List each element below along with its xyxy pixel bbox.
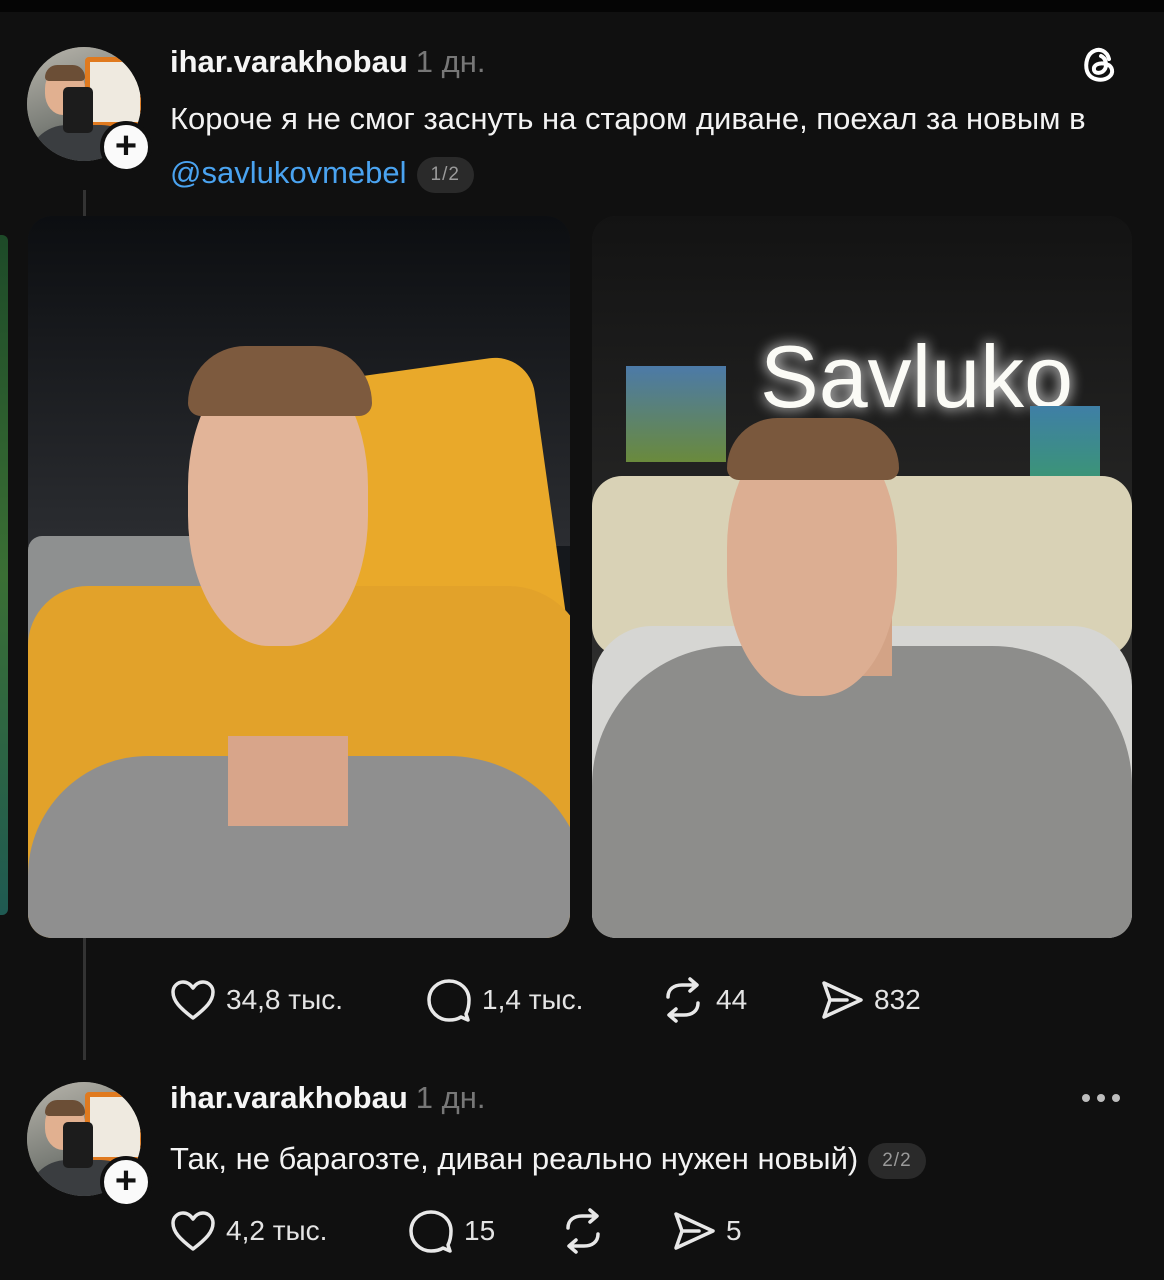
reply-count: 1,4 тыс. xyxy=(482,984,584,1015)
like-count: 4,2 тыс. xyxy=(226,1215,328,1246)
repost-button[interactable]: 44 xyxy=(660,975,747,1025)
share-count: 832 xyxy=(874,984,921,1015)
share-button[interactable]: 832 xyxy=(820,975,921,1025)
mention-link[interactable]: @savlukovmebel xyxy=(170,155,407,190)
reply-button[interactable]: 15 xyxy=(408,1206,495,1256)
post-time: 1 дн. xyxy=(415,1080,486,1115)
store-sign: Savluko xyxy=(760,327,1074,426)
heart-icon xyxy=(171,980,215,1020)
heart-icon xyxy=(171,1211,215,1251)
threads-icon[interactable] xyxy=(1078,42,1122,86)
follow-plus-icon[interactable]: + xyxy=(100,1156,152,1208)
send-icon xyxy=(822,981,863,1019)
reply-button[interactable]: 1,4 тыс. xyxy=(426,975,583,1025)
like-button[interactable]: 34,8 тыс. xyxy=(170,975,343,1025)
post-username[interactable]: ihar.varakhobau 1 дн. xyxy=(170,1080,485,1116)
repost-icon xyxy=(566,1208,600,1254)
post-text: Так, не барагозте, диван реально нужен н… xyxy=(170,1132,1130,1186)
send-icon xyxy=(674,1212,715,1250)
comment-icon xyxy=(409,1210,453,1253)
more-icon[interactable] xyxy=(1080,1090,1122,1106)
repost-icon xyxy=(666,977,700,1023)
share-count: 5 xyxy=(726,1215,742,1246)
thread-counter: 1/2 xyxy=(416,156,474,193)
follow-plus-icon[interactable]: + xyxy=(100,121,152,173)
post-username[interactable]: ihar.varakhobau 1 дн. xyxy=(170,44,485,80)
comment-icon xyxy=(427,979,471,1022)
post-photo-2[interactable]: Savluko xyxy=(592,216,1132,938)
repost-button[interactable] xyxy=(560,1206,606,1256)
reply-count: 15 xyxy=(464,1215,496,1246)
like-count: 34,8 тыс. xyxy=(226,984,344,1015)
repost-count: 44 xyxy=(716,984,748,1015)
username-text[interactable]: ihar.varakhobau xyxy=(170,44,408,79)
status-bar-strip xyxy=(0,0,1164,12)
post-time: 1 дн. xyxy=(415,44,486,79)
previous-photo-edge[interactable] xyxy=(0,235,8,915)
post-text: Короче я не смог заснуть на старом диван… xyxy=(170,92,1090,200)
post-body: Короче я не смог заснуть на старом диван… xyxy=(170,101,1086,136)
like-button[interactable]: 4,2 тыс. xyxy=(170,1206,327,1256)
share-button[interactable]: 5 xyxy=(672,1206,742,1256)
username-text[interactable]: ihar.varakhobau xyxy=(170,1080,408,1115)
post-body: Так, не барагозте, диван реально нужен н… xyxy=(170,1141,859,1176)
thread-counter: 2/2 xyxy=(868,1142,926,1179)
post-photo-1[interactable] xyxy=(28,216,570,938)
